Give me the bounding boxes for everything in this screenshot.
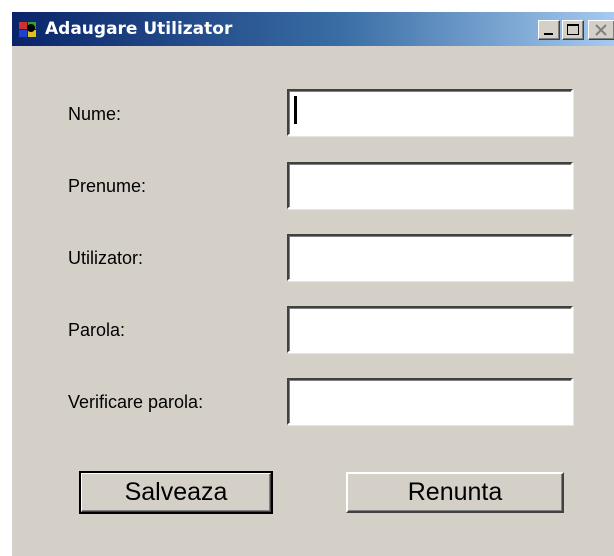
utilizator-input[interactable] <box>287 234 573 281</box>
close-icon <box>595 24 607 36</box>
parola-label: Parola: <box>68 320 126 340</box>
parola-input[interactable] <box>287 306 573 353</box>
prenume-label: Prenume: <box>68 176 147 196</box>
close-button[interactable] <box>588 20 614 40</box>
text-cursor <box>294 96 297 124</box>
maximize-button[interactable] <box>562 20 584 40</box>
cancel-button[interactable]: Renunta <box>346 472 564 513</box>
add-user-window: Adaugare Utilizator Nume: Prenume: Utili… <box>10 10 614 556</box>
maximize-icon <box>567 24 579 35</box>
nume-input[interactable] <box>287 89 573 136</box>
prenume-input[interactable] <box>287 162 573 209</box>
nume-label: Nume: <box>68 104 122 124</box>
save-button[interactable]: Salveaza <box>79 471 273 514</box>
minimize-icon <box>544 33 553 35</box>
utilizator-label: Utilizator: <box>68 248 144 268</box>
window-title: Adaugare Utilizator <box>45 19 233 39</box>
minimize-button[interactable] <box>538 20 560 40</box>
verificare-parola-label: Verificare parola: <box>68 392 204 412</box>
title-bar[interactable]: Adaugare Utilizator <box>12 12 614 46</box>
verificare-parola-input[interactable] <box>287 378 573 425</box>
app-icon <box>19 22 36 37</box>
